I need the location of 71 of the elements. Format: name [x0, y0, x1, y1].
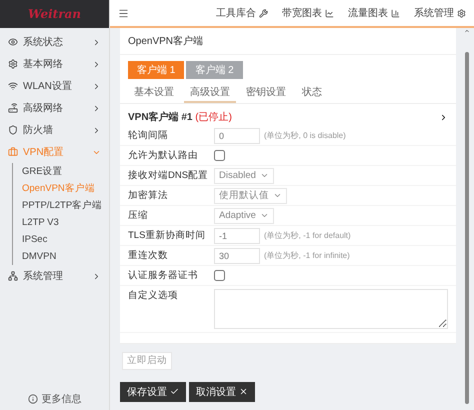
wrench-icon [259, 8, 268, 18]
field-label: 认证服务器证书 [128, 269, 199, 282]
sidebar-item[interactable]: WLAN设置 [0, 75, 109, 97]
expand-icon[interactable] [439, 112, 448, 122]
wifi-icon [8, 81, 18, 91]
more-info-link[interactable]: 更多信息 [0, 388, 109, 410]
header-link[interactable]: 系统管理 [414, 6, 466, 20]
gear-icon [8, 59, 18, 69]
field-label: 重连次数 [128, 249, 169, 262]
settings-tab[interactable]: 高级设置 [184, 83, 236, 103]
network-icon [8, 271, 18, 281]
chevron-right-icon [92, 126, 101, 134]
section-title: VPN客户端 #1 (已停止) [128, 110, 233, 124]
chevron-right-icon [92, 104, 101, 112]
shield-icon [8, 125, 18, 135]
field-label: 加密算法 [128, 189, 169, 202]
header-link[interactable]: 流量图表 [348, 6, 400, 20]
field-label: 自定义选项 [128, 289, 179, 302]
select-field[interactable]: Adaptive [214, 208, 274, 224]
field-label: TLS重新协商时间 [128, 229, 206, 242]
briefcase-icon [8, 147, 18, 157]
sidebar-item[interactable]: 基本网络 [0, 53, 109, 75]
hint-text: (单位为秒, -1 for infinite) [264, 250, 350, 261]
line-chart-icon [325, 8, 334, 18]
chevron-right-icon [92, 38, 101, 46]
checkbox[interactable] [214, 150, 225, 161]
field-label: 轮询间隔 [128, 129, 169, 142]
hint-text: (单位为秒, -1 for default) [264, 230, 351, 241]
page-title: OpenVPN客户端 [120, 28, 456, 55]
header-link[interactable]: 带宽图表 [282, 6, 334, 20]
sidebar-subitem[interactable]: IPSec [12, 231, 109, 248]
caret-icon [260, 171, 269, 180]
info-icon [28, 394, 38, 404]
caret-icon [260, 211, 269, 220]
select-field[interactable]: 使用默认值 [214, 188, 287, 204]
checkbox[interactable] [214, 270, 225, 281]
hint-text: (单位为秒, 0 is disable) [264, 130, 346, 141]
text-field[interactable]: -1 [214, 228, 260, 244]
select-field[interactable]: Disabled [214, 168, 274, 184]
menu-icon[interactable] [118, 8, 129, 18]
field-label: 允许为默认路由 [128, 149, 199, 162]
bar-chart-icon [391, 8, 400, 18]
settings-tab[interactable]: 基本设置 [128, 83, 180, 103]
sidebar-item[interactable]: 系统管理 [0, 265, 109, 287]
sidebar-subitem[interactable]: GRE设置 [12, 163, 109, 180]
sidebar-item[interactable]: 系统状态 [0, 31, 109, 53]
logo: Weitran [0, 0, 109, 28]
text-field[interactable]: 0 [214, 128, 260, 144]
text-field[interactable]: 30 [214, 248, 260, 264]
settings-tab[interactable]: 密钥设置 [240, 83, 292, 103]
sidebar-item[interactable]: 防火墙 [0, 119, 109, 141]
field-label: 压缩 [128, 209, 149, 222]
save-button[interactable]: 保存设置 [120, 382, 186, 402]
caret-icon [273, 191, 282, 200]
sidebar-item[interactable]: 高级网络 [0, 97, 109, 119]
sidebar-subitem[interactable]: L2TP V3 [12, 214, 109, 231]
chevron-right-icon [92, 82, 101, 90]
chevron-right-icon [92, 272, 101, 280]
chevron-right-icon [92, 60, 101, 68]
eye-icon [8, 37, 18, 47]
router-icon [8, 103, 18, 113]
header-link[interactable]: 工具库合 [216, 6, 268, 20]
scroll-up-icon[interactable] [464, 28, 470, 34]
field-label: 接收对端DNS配置 [128, 169, 210, 182]
sidebar-subitem[interactable]: DMVPN [12, 248, 109, 265]
cancel-button[interactable]: 取消设置 [189, 382, 255, 402]
settings-tab[interactable]: 状态 [296, 83, 328, 103]
check-icon [170, 387, 179, 396]
gear-icon [457, 8, 466, 18]
sidebar-subitem[interactable]: PPTP/L2TP客户端 [12, 197, 109, 214]
close-icon [239, 387, 248, 396]
